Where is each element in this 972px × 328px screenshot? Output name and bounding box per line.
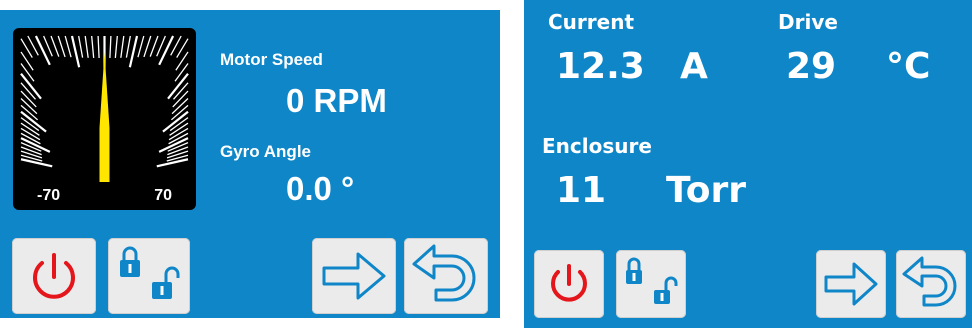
- gauge-max-label: 70: [154, 187, 172, 204]
- drive-value: 29: [786, 46, 837, 87]
- back-button-right[interactable]: [896, 250, 966, 318]
- gyro-angle-value: 0.0 °: [286, 170, 355, 207]
- gauge-tick: [174, 63, 189, 82]
- gauge-tick: [50, 35, 60, 57]
- gauge-tick: [57, 35, 66, 58]
- gauge-tick: [120, 35, 125, 58]
- gauge-tick: [162, 110, 189, 133]
- gauge-tick: [173, 82, 189, 100]
- lock-button[interactable]: [108, 238, 190, 314]
- return-arrow-icon: [902, 256, 957, 307]
- gauge-tick: [156, 158, 189, 168]
- lock-button-right[interactable]: [616, 250, 686, 318]
- motor-speed-label: Motor Speed: [220, 50, 323, 69]
- gauge-tick: [20, 150, 43, 159]
- gauge-tick: [128, 35, 139, 68]
- gauge-tick: [20, 82, 36, 100]
- lock-unlock-icon: [626, 257, 678, 304]
- arrow-right-icon: [824, 262, 878, 306]
- motor-speed-value: 0 RPM: [286, 82, 387, 119]
- gauge-tick: [34, 35, 51, 66]
- enclosure-label: Enclosure: [542, 134, 652, 158]
- gauge-tick: [166, 150, 189, 159]
- lock-unlock-icon: [120, 246, 180, 299]
- enclosure-unit: Torr: [666, 170, 747, 211]
- current-unit: A: [680, 46, 708, 87]
- gauge-tick: [20, 158, 53, 168]
- gauge-tick: [64, 35, 72, 58]
- gauge-tick: [114, 35, 118, 58]
- arrow-right-icon: [322, 252, 386, 300]
- gauge-tick: [20, 90, 37, 108]
- power-button-right[interactable]: [534, 250, 604, 318]
- gauge-tick: [20, 63, 35, 82]
- left-panel: -70 70 Motor Speed 0 RPM Gyro Angle 0.0 °: [0, 10, 500, 318]
- gauge-tick: [20, 146, 42, 156]
- drive-label: Drive: [778, 10, 838, 34]
- back-button[interactable]: [404, 238, 488, 314]
- gauge-tick: [125, 35, 131, 58]
- power-icon: [551, 264, 587, 302]
- gauge-tick: [149, 35, 159, 57]
- right-panel: Current 12.3 A Drive 29 °C Enclosure 11 …: [524, 0, 972, 328]
- drive-unit: °C: [886, 46, 931, 87]
- gauge-dial: -70 70: [20, 35, 189, 204]
- gauge-tick: [167, 146, 189, 156]
- gauge-tick: [97, 35, 100, 59]
- gauge-tick: [143, 35, 152, 58]
- gauge-tick: [91, 35, 95, 58]
- next-button-right[interactable]: [816, 250, 886, 318]
- gauge-tick: [84, 35, 89, 58]
- gauge-tick: [171, 98, 189, 115]
- return-arrow-icon: [412, 244, 476, 302]
- next-button[interactable]: [312, 238, 396, 314]
- gyro-angle-label: Gyro Angle: [220, 142, 311, 161]
- gauge-tick: [158, 35, 175, 66]
- power-icon: [33, 253, 75, 299]
- current-label: Current: [548, 10, 635, 34]
- power-button[interactable]: [12, 238, 96, 314]
- gauge: -70 70: [13, 28, 196, 210]
- gauge-tick: [78, 35, 84, 58]
- gauge-tick: [109, 35, 112, 59]
- gauge-needle: [99, 52, 110, 182]
- gauge-tick: [20, 98, 38, 115]
- gauge-tick: [172, 90, 189, 108]
- current-value: 12.3: [556, 46, 645, 87]
- gauge-tick: [70, 35, 81, 68]
- gauge-tick: [20, 110, 47, 133]
- gauge-tick: [137, 35, 145, 58]
- enclosure-value: 11: [556, 170, 607, 211]
- gauge-min-label: -70: [37, 187, 60, 204]
